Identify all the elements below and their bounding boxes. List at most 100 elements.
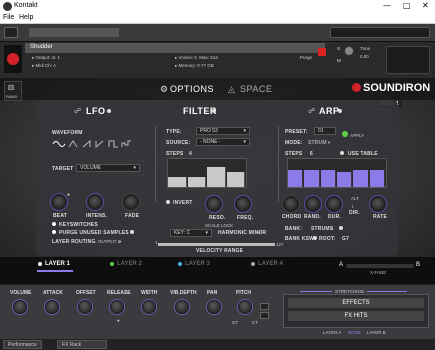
chord-knob[interactable] <box>283 196 299 212</box>
maximize-button[interactable]: □ <box>403 1 411 10</box>
bank-value[interactable]: STRUMS <box>311 226 333 232</box>
tab-space[interactable]: SPACE <box>240 84 272 94</box>
beat-knob[interactable] <box>51 194 67 210</box>
midi-value[interactable]: A <box>53 63 56 68</box>
voices-label: ▸ Voices: 0 Max: 512 <box>175 55 218 60</box>
layer-2-power[interactable] <box>110 262 114 266</box>
use-table-toggle[interactable] <box>340 151 344 155</box>
purge-button[interactable]: Purge <box>300 55 312 60</box>
tab-options[interactable]: OPTIONS <box>170 84 214 94</box>
bank-ksw-toggle[interactable] <box>313 236 317 240</box>
step-bar[interactable] <box>226 172 245 187</box>
reso-knob[interactable] <box>206 196 222 212</box>
solo-button[interactable]: S <box>337 46 340 51</box>
tab-layer-2[interactable]: LAYER 2 <box>117 261 142 267</box>
step-bar[interactable] <box>304 169 320 187</box>
output-value[interactable]: st. 1 <box>52 55 61 60</box>
freq-knob[interactable] <box>235 196 251 212</box>
velocity-range-slider[interactable] <box>158 243 275 246</box>
offset-knob[interactable] <box>78 300 92 314</box>
fx-hits-select[interactable]: FX HITS <box>288 311 424 321</box>
layer-3-power[interactable] <box>178 262 182 266</box>
lfo-link-icon: ☍ <box>74 108 82 115</box>
layer-routing-label: LAYER ROUTING <box>52 239 96 245</box>
fade-knob[interactable] <box>123 194 139 210</box>
tab-performance[interactable]: Performance <box>3 340 42 349</box>
layer-routing-value[interactable]: OUTPUT 1 <box>98 239 120 244</box>
rand-button[interactable]: ⚅ RAND <box>4 81 22 101</box>
step-bar[interactable] <box>353 169 369 187</box>
vib-depth-knob[interactable] <box>175 300 189 314</box>
apply-check-icon[interactable] <box>342 131 348 137</box>
menu-file[interactable]: File <box>3 14 14 21</box>
width-knob[interactable] <box>142 300 156 314</box>
preset-select[interactable]: 01 <box>314 127 336 135</box>
root-value[interactable]: G7 <box>342 236 349 242</box>
pitch-st-stepper[interactable] <box>260 303 269 310</box>
purge-toggle[interactable] <box>52 230 56 234</box>
step-bar[interactable] <box>369 169 385 187</box>
close-instrument-icon[interactable] <box>318 48 326 56</box>
step-bar[interactable] <box>320 169 336 187</box>
filter-source-select[interactable]: - NONE - ▾ <box>196 138 250 146</box>
divider-right <box>278 126 279 202</box>
layer-4-power[interactable] <box>251 262 255 266</box>
close-button[interactable]: ✕ <box>422 1 429 10</box>
minimize-button[interactable]: — <box>383 1 391 10</box>
instrument-name[interactable]: Shudder <box>30 44 53 50</box>
volume-knob[interactable] <box>13 300 27 314</box>
st-label: ST <box>232 320 238 325</box>
filter-type-select[interactable]: PRO 53 ▾ <box>196 127 250 135</box>
mute-button[interactable]: M <box>337 58 341 63</box>
rate-knob[interactable] <box>370 196 386 212</box>
menu-help[interactable]: Help <box>19 14 33 21</box>
arp-power-toggle[interactable] <box>338 109 342 113</box>
pitch-knob[interactable] <box>238 300 252 314</box>
kontakt-menu-button[interactable] <box>4 27 18 38</box>
step-bar[interactable] <box>288 169 304 187</box>
tab-fx-rack[interactable]: FX Rack <box>57 340 107 349</box>
alt-label[interactable]: ALT <box>351 196 359 201</box>
arp-steps-value[interactable]: 6 <box>310 151 313 157</box>
tab-layer-1[interactable]: LAYER 1 <box>45 261 70 267</box>
attack-knob[interactable] <box>45 300 59 314</box>
tab-layer-3[interactable]: LAYER 3 <box>185 261 210 267</box>
brand-logo: SOUNDIRON <box>363 82 431 94</box>
intensity-knob[interactable] <box>87 194 103 210</box>
lock-icon[interactable]: ● <box>67 192 70 198</box>
rand-knob[interactable] <box>305 196 321 212</box>
invert-toggle[interactable] <box>166 200 170 204</box>
waveform-label: WAVEFORM <box>52 130 83 136</box>
step-bar[interactable] <box>168 177 187 187</box>
step-bar[interactable] <box>337 171 353 187</box>
fx-layer-none[interactable]: NONE <box>348 330 361 335</box>
tune-knob[interactable] <box>344 46 354 56</box>
xfade-slider[interactable] <box>346 264 414 268</box>
layer-1-power[interactable] <box>38 262 42 266</box>
key-select[interactable]: KEY: C ▾ <box>170 229 212 237</box>
root-label: ROOT: <box>319 236 336 242</box>
arp-step-sequencer[interactable] <box>287 158 387 188</box>
step-bar[interactable] <box>207 166 226 187</box>
fx-layer-b[interactable]: LAYER B <box>367 330 386 335</box>
step-bar[interactable] <box>187 177 206 187</box>
effects-button[interactable]: EFFECTS <box>288 298 424 308</box>
release-knob[interactable] <box>110 300 124 314</box>
tab-layer-4[interactable]: LAYER 4 <box>258 261 283 267</box>
fx-layer-a[interactable]: LAYER A <box>323 330 341 335</box>
duration-knob[interactable] <box>326 196 342 212</box>
keyswitches-toggle[interactable] <box>52 222 56 226</box>
pan-knob[interactable] <box>207 300 221 314</box>
toolbar-browser[interactable] <box>29 28 119 37</box>
pitch-ct-stepper[interactable] <box>260 312 269 319</box>
filter-steps-value[interactable]: 4 <box>189 151 192 157</box>
layer-1-active-bar <box>37 270 73 272</box>
filter-power-toggle[interactable] <box>212 109 216 113</box>
waveform-selector[interactable] <box>52 139 134 149</box>
filter-step-sequencer[interactable] <box>167 158 247 188</box>
lfo-power-toggle[interactable] <box>107 109 111 113</box>
mode-value[interactable]: STRUM <box>308 140 327 146</box>
target-select[interactable]: VOLUME ▾ <box>76 164 140 172</box>
release-lock-icon[interactable]: ● <box>117 318 120 323</box>
chevron-down-icon: ▾ <box>133 165 136 171</box>
